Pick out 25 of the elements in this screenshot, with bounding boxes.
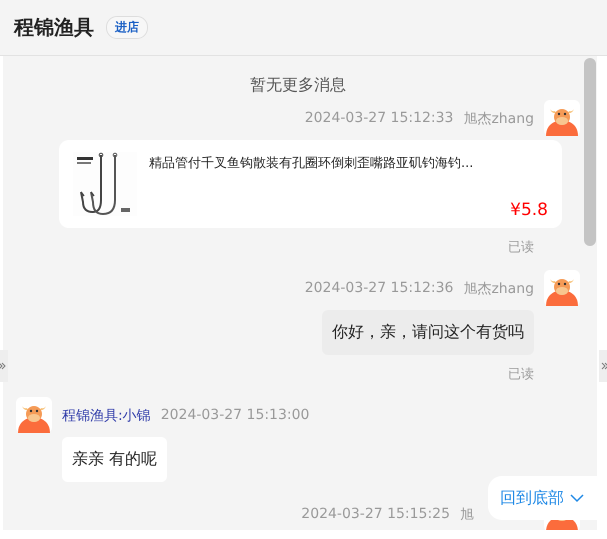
avatar-icon	[544, 270, 580, 306]
message-bubble: 亲亲 有的呢	[62, 437, 168, 482]
avatar-icon	[544, 100, 580, 136]
read-receipt: 已读	[508, 366, 534, 383]
message-bubble: 你好，亲，请问这个有货吗	[322, 310, 534, 355]
sender-name: 程锦渔具:小锦	[62, 407, 151, 425]
read-receipt: 已读	[508, 239, 534, 256]
sender-name: 旭杰zhang	[463, 111, 534, 127]
product-card[interactable]: 精品管付千叉鱼钩散装有孔圈环倒刺歪嘴路亚矶钓海钓... ¥5.8	[59, 140, 562, 228]
message-time: 2024-03-27 15:12:36	[304, 280, 454, 298]
shop-title: 程锦渔具	[14, 14, 94, 41]
sender-name: 旭	[460, 507, 474, 523]
message-time: 2024-03-27 15:13:00	[160, 407, 310, 425]
scrollbar-thumb[interactable]	[584, 58, 596, 246]
product-price: ¥5.8	[510, 200, 548, 220]
avatar-icon	[16, 397, 52, 433]
message-time: 2024-03-27 15:12:33	[304, 110, 454, 128]
expand-icon[interactable]	[0, 350, 8, 382]
enter-shop-button[interactable]: 进店	[106, 16, 148, 39]
message-time: 2024-03-27 15:15:25	[301, 506, 450, 524]
chevron-down-icon	[570, 493, 584, 503]
expand-icon[interactable]	[599, 350, 607, 382]
sender-name: 旭杰zhang	[463, 281, 534, 297]
no-more-messages: 暂无更多消息	[249, 75, 347, 96]
product-title: 精品管付千叉鱼钩散装有孔圈环倒刺歪嘴路亚矶钓海钓...	[149, 155, 474, 172]
